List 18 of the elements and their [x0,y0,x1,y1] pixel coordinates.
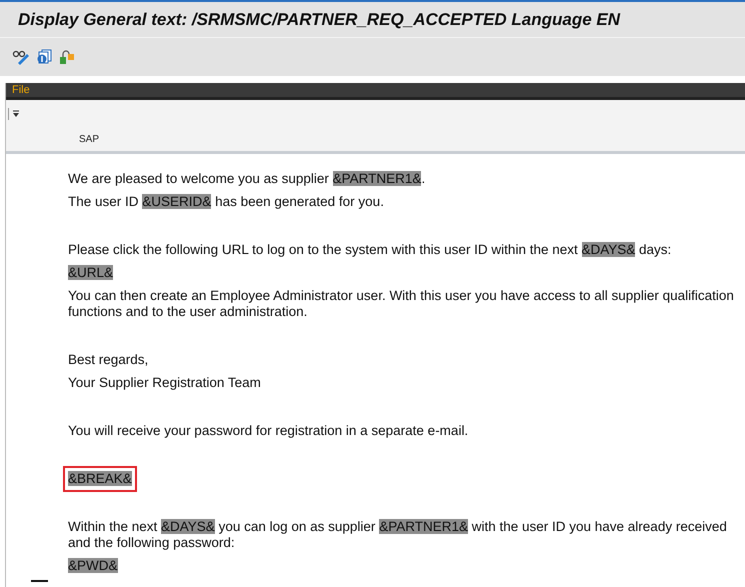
dropdown-icon[interactable] [12,110,20,118]
padlock-icon[interactable] [59,49,75,65]
text-cursor [31,580,48,582]
paragraph: You will receive your password for registration in a separate e-mail. [68,423,468,439]
paragraph: Best regards, [68,352,148,368]
editor-header-label: SAP [79,132,100,146]
menu-item[interactable]: File [12,84,30,96]
paragraph: Within the next &DAYS& you can log on as supplier &PARTNER1& with the user ID you have already received and the following password: [68,519,728,551]
paragraph: The user ID &USERID& has been generated for you. [68,194,384,210]
paragraph: &URL& [68,265,114,281]
paragraph: &BREAK& [63,466,137,492]
paragraph: Please click the following URL to log on to the system with this user ID within the next &DAYS& days: [68,242,672,258]
paragraph: You can then create an Employee Administrator user. With this user you have access to all supplier qualification functions and to the user administration. [68,288,735,320]
window-title: Display General text: /SRMSMC/PARTNER_REQ_ACCEPTED Language EN [18,8,620,31]
paragraph: Your Supplier Registration Team [68,375,261,391]
glasses-pencil-icon[interactable] [12,49,30,65]
documents-icon[interactable] [36,49,53,65]
paragraph: &PWD& [68,558,118,574]
